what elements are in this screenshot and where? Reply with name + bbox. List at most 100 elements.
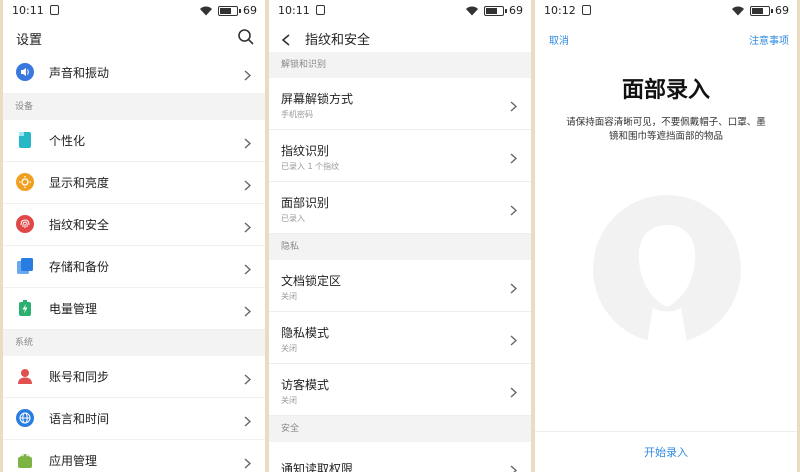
settings-item-label: 存储和备份 [49,260,110,274]
chevron-right-icon [244,66,252,81]
security-item-label: 访客模式 [281,378,330,392]
face-enroll-screen: 10:12 69 取消 注意事项 面部录入 请保持面容清晰可见，不要佩戴帽子、口… [535,0,797,472]
security-item[interactable]: 面部识别 已录入 [269,182,531,234]
sun-icon [16,173,34,191]
section-privacy: 隐私 [269,234,531,260]
section-unlock: 解锁和识别 [269,52,531,78]
chevron-right-icon [510,383,518,398]
settings-item[interactable]: 声音和振动 [3,52,265,94]
chevron-right-icon [510,201,518,216]
page-title: 指纹和安全 [305,33,371,48]
personalize-icon [16,131,34,149]
chevron-right-icon [510,461,518,472]
bottom-bar: 开始录入 [535,431,797,472]
security-item[interactable]: 访客模式 关闭 [269,364,531,416]
battery-level: 69 [243,4,257,17]
chevron-right-icon [244,370,252,385]
settings-header: 设置 [3,22,265,52]
security-item[interactable]: 指纹识别已录入 1 个指纹 [269,130,531,182]
page-title: 面部录入 [621,78,710,103]
storage-icon [16,257,34,275]
security-item[interactable]: 屏幕解锁方式手机密码 [269,78,531,130]
security-item-status: 手机密码 [281,110,313,119]
security-item-status: 关闭 [281,292,297,301]
security-item[interactable]: 隐私模式 关闭 [269,312,531,364]
settings-item[interactable]: 存储和备份 [3,246,265,288]
section-system: 系统 [3,330,265,356]
status-time: 10:11 [12,4,44,17]
settings-item-label: 应用管理 [49,454,98,468]
status-time: 10:12 [544,4,576,17]
battery-icon [16,299,34,317]
fingerprint-icon [16,215,34,233]
battery-level: 69 [509,4,523,17]
status-time: 10:11 [278,4,310,17]
settings-item-label: 个性化 [49,134,86,148]
settings-item[interactable]: 个性化 [3,120,265,162]
instruction-text: 请保持面容清晰可见，不要佩戴帽子、口罩、墨镜和围巾等遮挡面部的物品 [566,117,766,142]
security-item[interactable]: 通知读取权限 [269,442,531,472]
chevron-right-icon [244,454,252,469]
chevron-right-icon [244,302,252,317]
settings-item[interactable]: 显示和亮度 [3,162,265,204]
security-item-status: 已录入 1 个指纹 [281,162,340,171]
security-item-status: 关闭 [281,396,297,405]
notification-icon [316,5,325,15]
chevron-right-icon [510,149,518,164]
settings-item-label: 显示和亮度 [49,176,110,190]
settings-item[interactable]: 语言和时间 [3,398,265,440]
chevron-right-icon [244,412,252,427]
security-item-label: 指纹识别 [281,144,330,158]
chevron-right-icon [244,176,252,191]
security-header: 指纹和安全 [269,22,531,52]
settings-item[interactable]: 指纹和安全 [3,204,265,246]
notice-button[interactable]: 注意事项 [749,32,789,47]
security-screen: 10:11 69 指纹和安全 解锁和识别 屏幕解锁方式手机密码指纹识别已录入 1… [269,0,531,472]
security-item-label: 面部识别 [281,196,330,210]
settings-screen: 10:11 69 设置 声音和振动 设备 个性化显示和亮度指纹和安全存储和备份电… [3,0,265,472]
android-icon [16,451,34,469]
section-device: 设备 [3,94,265,120]
settings-item-label: 语言和时间 [49,412,110,426]
settings-item-label: 电量管理 [49,302,98,316]
search-icon[interactable] [237,28,255,46]
settings-item[interactable]: 电量管理 [3,288,265,330]
wifi-icon [199,6,213,16]
account-icon [16,367,34,385]
settings-item-label: 声音和振动 [49,66,110,80]
security-item-status: 已录入 [281,214,305,223]
security-item-label: 通知读取权限 [281,462,354,472]
start-enroll-button[interactable]: 开始录入 [535,444,797,460]
security-item-label: 文档锁定区 [281,274,342,288]
chevron-right-icon [510,279,518,294]
chevron-right-icon [244,260,252,275]
globe-icon [16,409,34,427]
chevron-right-icon [510,97,518,112]
security-item-label: 屏幕解锁方式 [281,92,354,106]
battery-level: 69 [775,4,789,17]
battery-status-icon [484,5,507,16]
battery-status-icon [218,5,241,16]
page-title: 设置 [16,33,43,48]
notification-icon [50,5,59,15]
status-bar: 10:12 69 [535,0,797,22]
status-bar: 10:11 69 [3,0,265,22]
settings-item-label: 指纹和安全 [49,218,110,232]
settings-item[interactable]: 应用管理 [3,440,265,472]
wifi-icon [465,6,479,16]
security-item-label: 隐私模式 [281,326,330,340]
security-item[interactable]: 文档锁定区 关闭 [269,260,531,312]
chevron-right-icon [244,218,252,233]
cancel-button[interactable]: 取消 [549,32,569,47]
chevron-right-icon [510,331,518,346]
security-item-status: 关闭 [281,344,297,353]
battery-status-icon [750,5,773,16]
settings-item-label: 账号和同步 [49,370,110,384]
settings-item[interactable]: 账号和同步 [3,356,265,398]
section-safety: 安全 [269,416,531,442]
status-bar: 10:11 69 [269,0,531,22]
wifi-icon [731,6,745,16]
speaker-icon [16,63,34,81]
face-outline-icon [593,195,741,343]
back-arrow-icon[interactable] [281,31,291,46]
